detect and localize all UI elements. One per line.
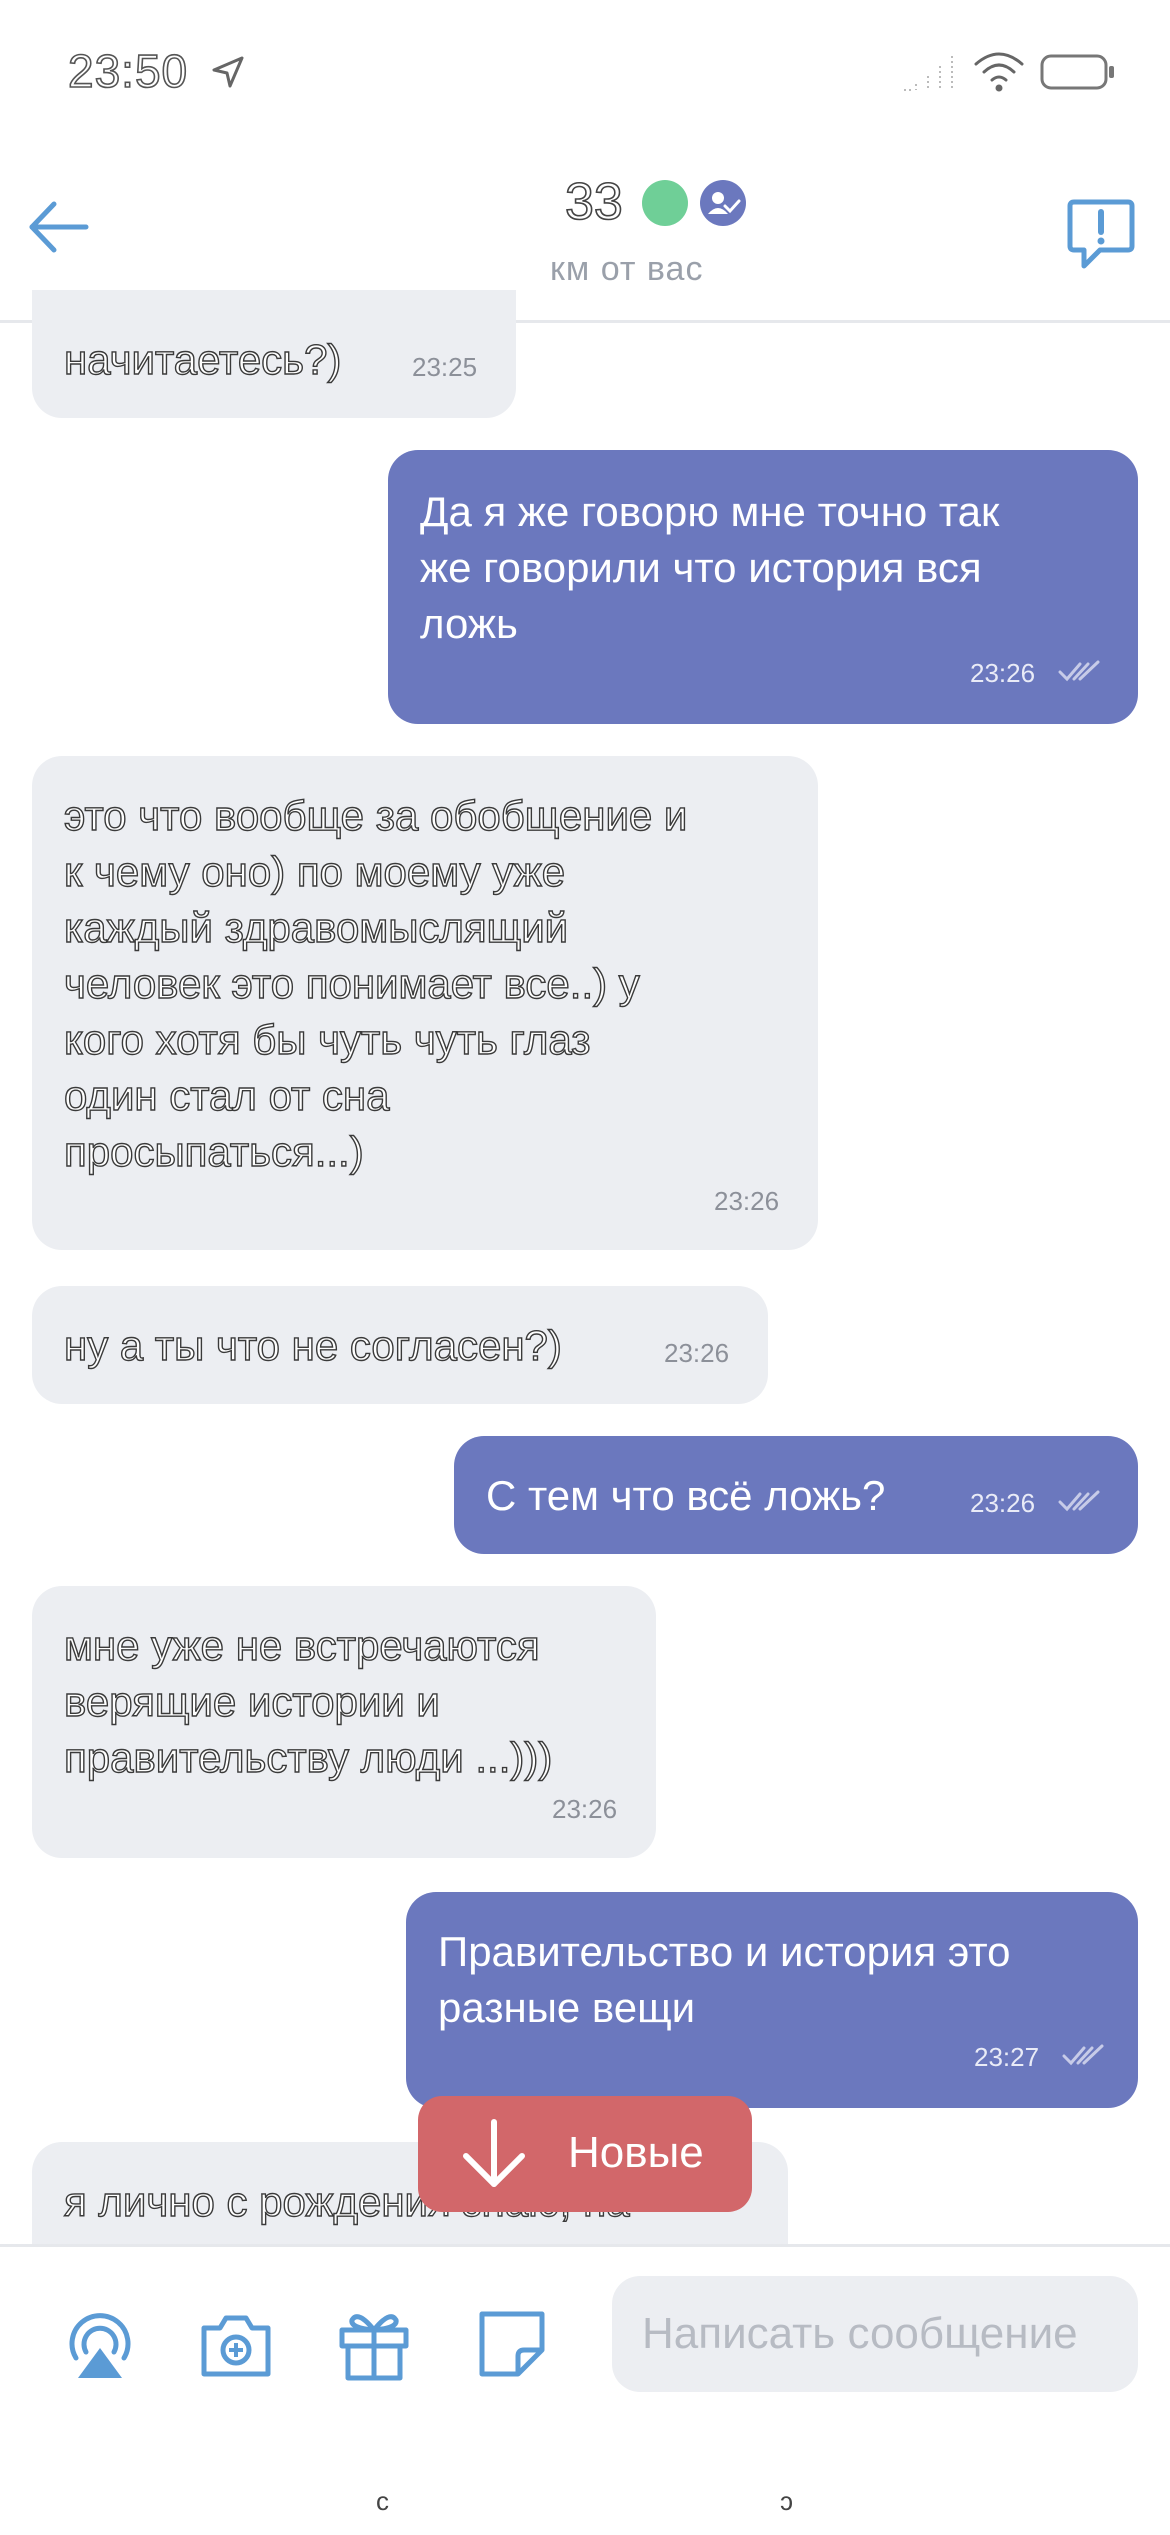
- double-check-icon: [1058, 1490, 1100, 1512]
- message-time: 23:26: [970, 1488, 1036, 1518]
- sticker-icon[interactable]: [474, 2306, 550, 2382]
- chat-subtitle: км от вас: [550, 250, 704, 288]
- message-time: 23:26: [714, 1186, 780, 1216]
- message-time: 23:26: [552, 1794, 618, 1824]
- message-text-line: к чему оно) по моему уже: [63, 847, 566, 895]
- message-text-line: это что вообще за обобщение и: [63, 791, 688, 839]
- message-text-line: человек это понимает все..) у: [63, 959, 640, 1007]
- message-text-line: один стал от сна: [63, 1071, 390, 1119]
- message-time: 23:25: [412, 352, 478, 382]
- arrow-down-icon: [463, 2119, 525, 2187]
- new-messages-label: Новые: [568, 2128, 704, 2177]
- message-text-line: Правительство и история это: [438, 1928, 1011, 1975]
- message-text-line: кого хотя бы чуть чуть глаз: [63, 1015, 591, 1063]
- back-arrow-icon[interactable]: [24, 192, 94, 262]
- chat-title[interactable]: 33: [564, 172, 623, 232]
- message-text-line: разные вещи: [438, 1984, 696, 2031]
- report-icon[interactable]: [1066, 196, 1136, 272]
- message-text-line: правительству люди ...))): [63, 1733, 553, 1781]
- double-check-icon: [1058, 660, 1100, 682]
- double-check-icon: [1062, 2044, 1104, 2066]
- message-text-line: ложь: [420, 600, 518, 647]
- message-text-line: Да я же говорю мне точно так: [420, 488, 1000, 535]
- message-time: 23:26: [970, 658, 1036, 688]
- nav-back-gesture[interactable]: c: [376, 2486, 389, 2517]
- message-text: начитаетесь?): [63, 335, 342, 383]
- message-text-line: мне уже не встречаются: [63, 1621, 540, 1669]
- nav-forward-gesture[interactable]: ɔ: [780, 2486, 793, 2517]
- message-text-line: верящие истории и: [63, 1677, 440, 1725]
- message-input[interactable]: [612, 2276, 1138, 2392]
- battery-icon: [1040, 54, 1114, 90]
- online-indicator: [642, 180, 688, 226]
- message-text-line: каждый здравомыслящий: [63, 903, 569, 951]
- message-text-line: же говорили что история вся: [420, 544, 982, 591]
- message-text: С тем что всё ложь?: [486, 1472, 886, 1519]
- wifi-icon: [974, 52, 1024, 92]
- location-arrow-icon: [212, 56, 244, 88]
- message-text-line: просыпаться...): [63, 1127, 364, 1175]
- message-time: 23:26: [664, 1338, 730, 1368]
- message-text: ну а ты что не согласен?): [63, 1321, 562, 1369]
- stream-icon[interactable]: [62, 2306, 138, 2382]
- message-time: 23:27: [974, 2042, 1040, 2072]
- camera-icon[interactable]: [198, 2306, 274, 2382]
- status-time: 23:50: [67, 44, 189, 98]
- verified-icon: [700, 180, 746, 226]
- signal-icon: [904, 56, 953, 91]
- gift-icon[interactable]: [336, 2306, 412, 2382]
